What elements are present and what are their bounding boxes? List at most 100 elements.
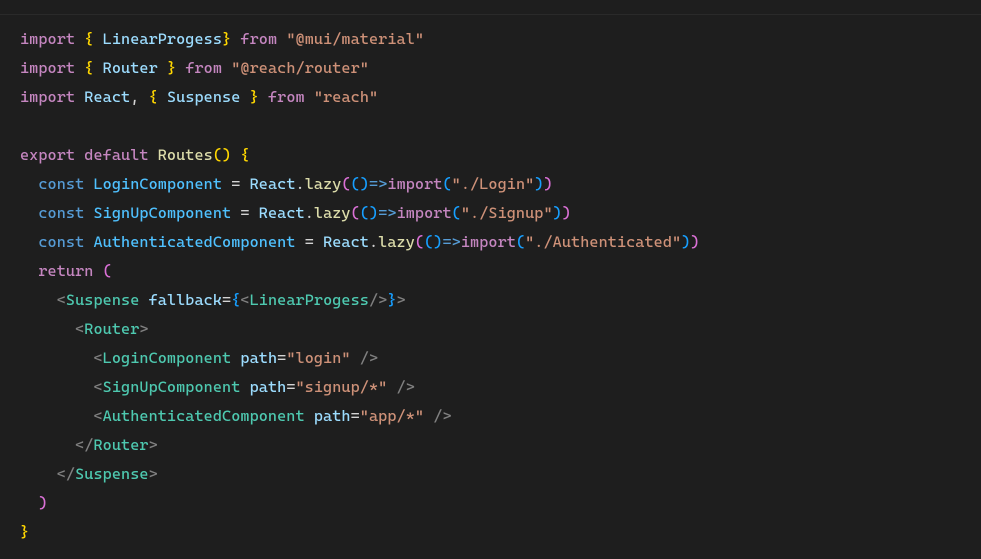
jsx-component: LoginComponent (103, 349, 232, 367)
string-literal: "@mui/material" (286, 30, 424, 48)
identifier: React (323, 233, 369, 251)
keyword-const: const (38, 233, 84, 251)
jsx-component: Router (93, 436, 148, 454)
paren: ( (442, 175, 451, 193)
paren: ) (562, 204, 571, 222)
code-editor[interactable]: import { LinearProgess} from "@mui/mater… (0, 14, 981, 547)
identifier: LinearProgess (103, 30, 222, 48)
jsx-bracket: > (139, 320, 148, 338)
jsx-component: SignUpComponent (103, 378, 241, 396)
code-line: <LoginComponent path="login" /> (20, 344, 981, 373)
jsx-bracket: < (57, 291, 66, 309)
jsx-slash: / (369, 291, 378, 309)
code-line: } (20, 518, 981, 547)
keyword-default: default (84, 146, 148, 164)
arrow: => (369, 175, 387, 193)
code-line: <AuthenticatedComponent path="app/*" /> (20, 402, 981, 431)
identifier: React (84, 88, 130, 106)
jsx-bracket: < (57, 465, 66, 483)
identifier: React (259, 204, 305, 222)
paren: ( (213, 146, 222, 164)
jsx-bracket: > (397, 291, 406, 309)
paren: ) (544, 175, 553, 193)
jsx-slash: / (66, 465, 75, 483)
brace: } (250, 88, 259, 106)
jsx-attr: path (250, 378, 287, 396)
code-line: </Router> (20, 431, 981, 460)
brace: } (20, 523, 29, 541)
paren: ( (516, 233, 525, 251)
jsx-bracket: > (442, 407, 451, 425)
operator: = (305, 233, 314, 251)
jsx-slash: / (397, 378, 406, 396)
brace: } (387, 291, 396, 309)
method: lazy (305, 175, 342, 193)
brace: { (84, 59, 93, 77)
paren: ) (222, 146, 231, 164)
keyword-import: import (20, 59, 75, 77)
keyword-import: import (20, 88, 75, 106)
brace: { (149, 88, 158, 106)
operator: = (240, 204, 249, 222)
paren: ( (351, 204, 360, 222)
jsx-attr: fallback (149, 291, 222, 309)
string-literal: "app/*" (360, 407, 424, 425)
paren: ( (351, 175, 360, 193)
paren: ( (341, 175, 350, 193)
identifier: Router (103, 59, 158, 77)
comma: , (130, 88, 139, 106)
jsx-component: Suspense (75, 465, 148, 483)
keyword-const: const (38, 175, 84, 193)
code-line: <SignUpComponent path="signup/*" /> (20, 373, 981, 402)
code-line: return ( (20, 257, 981, 286)
code-line: const LoginComponent = React.lazy(()=>im… (20, 170, 981, 199)
jsx-bracket: > (378, 291, 387, 309)
operator: = (277, 349, 286, 367)
jsx-component: Router (84, 320, 139, 338)
jsx-attr: path (240, 349, 277, 367)
paren: ( (452, 204, 461, 222)
keyword-import: import (20, 30, 75, 48)
paren: ( (103, 262, 112, 280)
keyword-from: from (268, 88, 305, 106)
jsx-bracket: < (93, 378, 102, 396)
string-literal: "login" (286, 349, 350, 367)
code-line (20, 112, 981, 141)
brace: { (240, 146, 249, 164)
code-line: const SignUpComponent = React.lazy(()=>i… (20, 199, 981, 228)
code-line: </Suspense> (20, 460, 981, 489)
keyword-const: const (38, 204, 84, 222)
jsx-bracket: < (75, 320, 84, 338)
jsx-bracket: > (369, 349, 378, 367)
operator: = (286, 378, 295, 396)
paren: ( (360, 204, 369, 222)
operator: = (222, 291, 231, 309)
identifier: React (250, 175, 296, 193)
brace: } (167, 59, 176, 77)
identifier: Suspense (167, 88, 240, 106)
jsx-bracket: < (240, 291, 249, 309)
function-name: Routes (158, 146, 213, 164)
keyword-export: export (20, 146, 75, 164)
dot: . (369, 233, 378, 251)
code-line: <Suspense fallback={<LinearProgess/>}> (20, 286, 981, 315)
paren: ) (369, 204, 378, 222)
method: lazy (314, 204, 351, 222)
string-literal: "./Login" (452, 175, 535, 193)
jsx-component: Suspense (66, 291, 139, 309)
keyword-return: return (38, 262, 93, 280)
keyword-from: from (185, 59, 222, 77)
keyword-from: from (240, 30, 277, 48)
code-line: import React, { Suspense } from "reach" (20, 83, 981, 112)
identifier: SignUpComponent (93, 204, 231, 222)
jsx-bracket: > (149, 465, 158, 483)
jsx-bracket: > (149, 436, 158, 454)
code-line: const AuthenticatedComponent = React.laz… (20, 228, 981, 257)
code-line: export default Routes() { (20, 141, 981, 170)
jsx-slash: / (360, 349, 369, 367)
paren: ) (553, 204, 562, 222)
jsx-bracket: < (75, 436, 84, 454)
string-literal: "signup/*" (296, 378, 388, 396)
string-literal: "./Signup" (461, 204, 553, 222)
jsx-bracket: > (406, 378, 415, 396)
